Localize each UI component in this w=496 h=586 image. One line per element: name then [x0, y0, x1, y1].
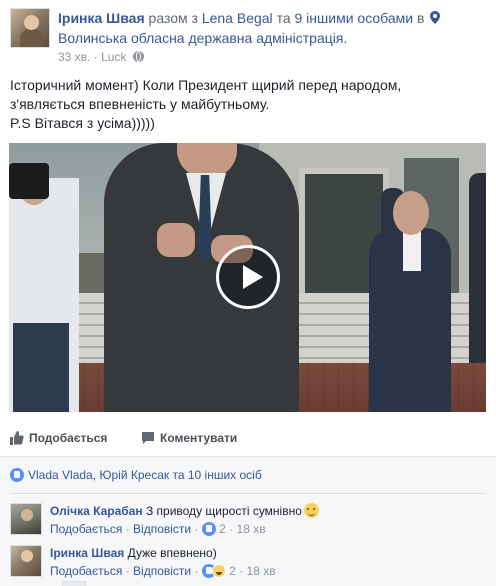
comment-meta: Подобається · Відповісти · 2 · 18 хв [50, 563, 276, 579]
post-header-text: Іринка Швая разом з Lena Begal та 9 інши… [58, 8, 488, 48]
comment-button[interactable]: Коментувати [141, 428, 237, 448]
comment-reply-link[interactable]: Відповісти [133, 564, 191, 578]
post-meta: 33 хв. · Luck [58, 50, 144, 64]
post-time-link[interactable]: 33 хв. [58, 50, 90, 64]
meta-dot: · [239, 564, 244, 578]
others-link[interactable]: 9 іншими особами [295, 10, 414, 26]
meta-separator: · [93, 50, 98, 64]
post-text-line: P.S Вітався з усіма))))) [10, 115, 155, 131]
smiley-icon [303, 503, 319, 518]
and-text: та [276, 10, 291, 26]
globe-icon[interactable] [132, 51, 144, 62]
video-man-shirt [403, 231, 421, 271]
location-link[interactable]: Волинська обласна державна адміністрація… [58, 30, 347, 46]
video-cameraman-jeans [13, 323, 69, 412]
comment-text: З приводу щирості сумнівно [145, 504, 302, 518]
post-text: Історичний момент) Коли Президент щирий … [10, 76, 480, 133]
divider [10, 493, 486, 494]
with-prefix: разом з [148, 10, 198, 26]
comment-like-link[interactable]: Подобається [50, 564, 122, 578]
comment-time-link[interactable]: 18 хв [237, 522, 266, 536]
comments-section: Vlada Vlada, Юрій Кресак та 10 інших осі… [0, 456, 496, 586]
reactions-count[interactable]: 2 [229, 564, 236, 578]
commenter-avatar[interactable] [10, 503, 42, 535]
video-man-head [393, 191, 429, 235]
meta-dot: · [229, 522, 234, 536]
meta-dot: · [194, 564, 199, 578]
play-icon[interactable] [216, 245, 280, 309]
comment-meta: Подобається · Відповісти · 2 · 18 хв [50, 521, 266, 537]
post-text-line: Історичний момент) Коли Президент щирий … [10, 77, 402, 93]
comment-body: Іринка Швая Дуже впевнено) [50, 545, 486, 561]
comment-like-link[interactable]: Подобається [50, 522, 122, 536]
thumbs-up-icon [10, 431, 24, 445]
post-app-link[interactable]: Luck [101, 50, 126, 64]
video-player[interactable] [9, 143, 486, 412]
likes-summary[interactable]: Vlada Vlada, Юрій Кресак та 10 інших осі… [10, 467, 262, 483]
speech-bubble-icon [142, 432, 154, 444]
meta-dot: · [125, 564, 130, 578]
haha-reaction-icon[interactable] [211, 564, 226, 578]
like-reaction-icon[interactable] [201, 522, 216, 536]
comment-time-link[interactable]: 18 хв [247, 564, 276, 578]
like-reaction-icon [10, 468, 24, 482]
comment-body: Олічка Карабан З приводу щирості сумнівн… [50, 503, 486, 519]
commenter-avatar[interactable] [10, 545, 42, 577]
post-text-line: з'являється впевненість у майбутньому. [10, 96, 270, 112]
post-header: Іринка Швая разом з Lena Begal та 9 інши… [10, 6, 490, 64]
comment-text: Дуже впевнено) [127, 546, 217, 560]
author-avatar[interactable] [10, 8, 50, 48]
author-name-link[interactable]: Іринка Швая [58, 10, 145, 26]
in-text: в [416, 10, 425, 26]
comment-label: Коментувати [160, 431, 238, 445]
like-label: Подобається [29, 431, 108, 445]
video-speaker-hand [157, 223, 195, 257]
comment-reply-link[interactable]: Відповісти [133, 522, 191, 536]
meta-dot: · [125, 522, 130, 536]
next-comment-avatar [62, 581, 86, 586]
likes-summary-text[interactable]: Vlada Vlada, Юрій Кресак та 10 інших осі… [28, 468, 262, 482]
reactions-count[interactable]: 2 [219, 522, 226, 536]
like-button[interactable]: Подобається [10, 428, 107, 448]
comment-author-link[interactable]: Іринка Швая [50, 546, 124, 560]
location-pin-icon [430, 11, 441, 24]
tagged-user-link[interactable]: Lena Begal [202, 10, 273, 26]
video-camera [9, 163, 49, 199]
meta-dot: · [194, 522, 199, 536]
video-edge-person [469, 173, 486, 363]
comment-author-link[interactable]: Олічка Карабан [50, 504, 143, 518]
post-actions: Подобається Коментувати [10, 428, 486, 448]
